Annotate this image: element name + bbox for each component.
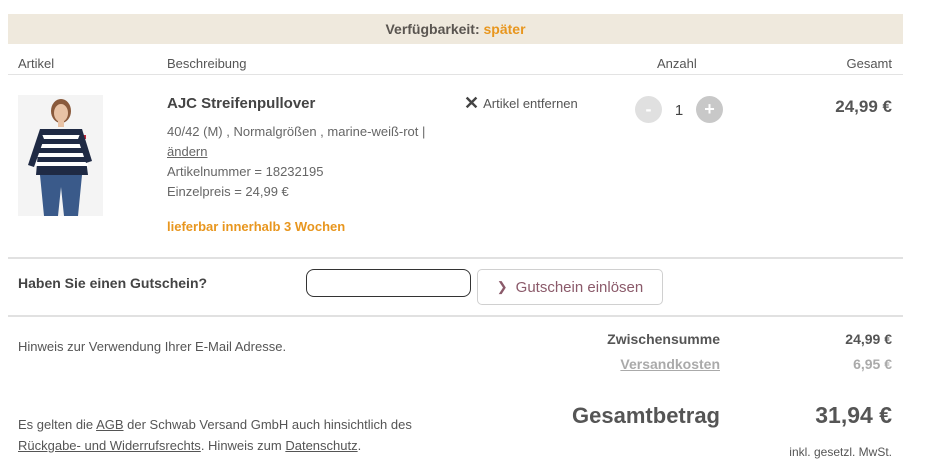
subtotal-value: 24,99 € [845,331,892,347]
vat-note: inkl. gesetzl. MwSt. [789,445,892,459]
availability-label: Verfügbarkeit: [385,21,480,37]
article-number: Artikelnummer = 18232195 [167,164,324,179]
remove-item-button[interactable]: ✕ Artikel entfernen [464,93,578,113]
product-name[interactable]: AJC Streifenpullover [167,95,315,112]
subtotal-label: Zwischensumme [607,331,720,347]
header-quantity: Anzahl [657,56,697,71]
redeem-voucher-label: Gutschein einlösen [515,278,644,296]
availability-value: später [483,21,526,37]
terms-text: Es gelten die [18,417,97,432]
chevron-right-icon: ❯ [496,279,508,294]
header-divider [8,74,903,75]
sweater-photo-icon [18,95,103,216]
product-variant: 40/42 (M) , Normalgrößen , marine-weiß-r… [167,124,426,139]
item-total-price: 24,99 € [835,97,892,116]
shipping-costs-link[interactable]: Versandkosten [620,356,720,372]
privacy-link[interactable]: Datenschutz [285,438,357,453]
grand-total-value: 31,94 € [815,402,892,428]
product-image[interactable] [18,95,103,216]
quantity-increase-button[interactable]: + [696,96,723,123]
header-description: Beschreibung [167,56,247,71]
voucher-question: Haben Sie einen Gutschein? [18,275,208,291]
terms-text: der Schwab Versand GmbH auch hinsichtlic… [123,417,412,432]
redeem-voucher-button[interactable]: ❯ Gutschein einlösen [477,269,663,305]
terms-text: . Hinweis zum [200,438,286,453]
delivery-time: lieferbar innerhalb 3 Wochen [167,219,346,234]
quantity-decrease-button[interactable]: - [635,96,662,123]
remove-item-label: Artikel entfernen [483,96,578,111]
availability-banner: Verfügbarkeit: später [8,14,903,44]
email-usage-hint[interactable]: Hinweis zur Verwendung Ihrer E-Mail Adre… [18,339,286,354]
grand-total-label: Gesamtbetrag [572,403,720,428]
header-total: Gesamt [846,56,892,71]
voucher-code-input[interactable] [306,269,471,297]
agb-link[interactable]: AGB [96,417,123,432]
unit-price: Einzelpreis = 24,99 € [167,184,289,199]
quantity-value: 1 [674,102,684,119]
divider [8,257,903,259]
terms-text: . [357,438,362,453]
terms-notice: Es gelten die AGB der Schwab Versand Gmb… [18,414,438,456]
return-policy-link[interactable]: Rückgabe- und Widerrufsrechts [18,438,201,453]
header-article: Artikel [18,56,55,71]
change-variant-link[interactable]: ändern [167,144,207,159]
divider [8,315,903,317]
shipping-costs-value: 6,95 € [853,356,892,372]
close-icon: ✕ [464,93,480,113]
